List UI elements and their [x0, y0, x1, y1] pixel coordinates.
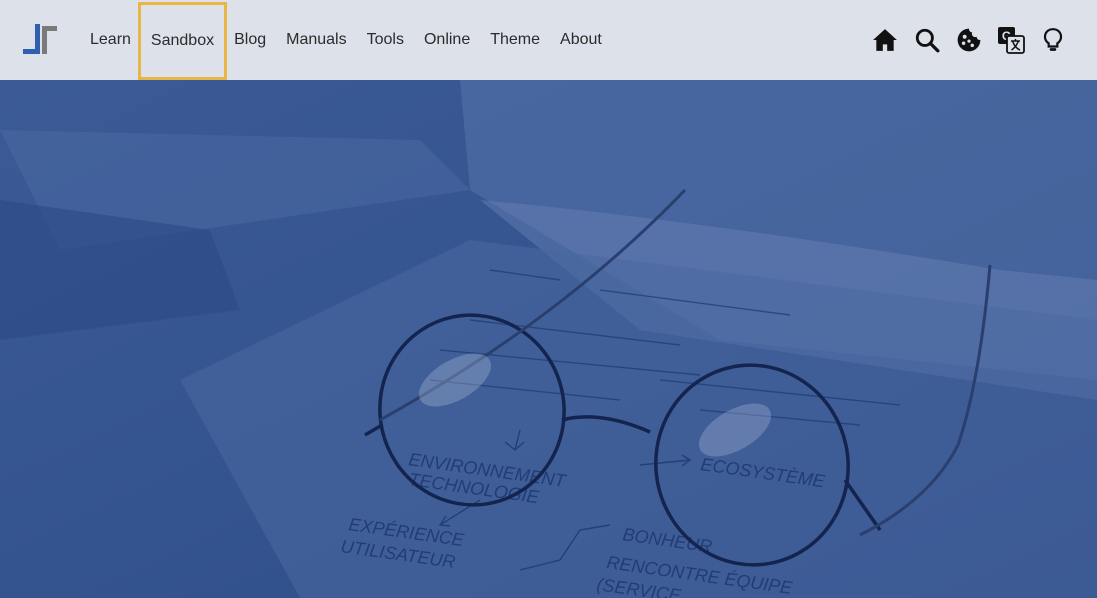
search-icon[interactable]: [913, 26, 941, 54]
nav-link-blog[interactable]: Blog: [224, 23, 276, 57]
nav-link-about[interactable]: About: [550, 23, 612, 57]
cookie-icon[interactable]: [955, 26, 983, 54]
nav-link-learn[interactable]: Learn: [80, 23, 141, 57]
site-logo-icon[interactable]: [22, 22, 58, 58]
nav-icons: G: [871, 0, 1067, 80]
top-navbar: Learn Sandbox Blog Manuals Tools Online …: [0, 0, 1097, 80]
nav-link-online[interactable]: Online: [414, 23, 480, 57]
home-icon[interactable]: [871, 26, 899, 54]
main-nav: Learn Sandbox Blog Manuals Tools Online …: [80, 0, 612, 80]
nav-link-sandbox[interactable]: Sandbox: [137, 1, 228, 80]
hero-background-image: ENVIRONNEMENT TECHNOLOGIE ECOSYSTÈME EXP…: [0, 80, 1097, 598]
nav-link-theme[interactable]: Theme: [480, 23, 550, 57]
lightbulb-icon[interactable]: [1039, 26, 1067, 54]
translate-icon[interactable]: G: [997, 26, 1025, 54]
nav-link-manuals[interactable]: Manuals: [276, 23, 356, 57]
hero-banner: ENVIRONNEMENT TECHNOLOGIE ECOSYSTÈME EXP…: [0, 80, 1097, 598]
nav-link-tools[interactable]: Tools: [357, 23, 414, 57]
